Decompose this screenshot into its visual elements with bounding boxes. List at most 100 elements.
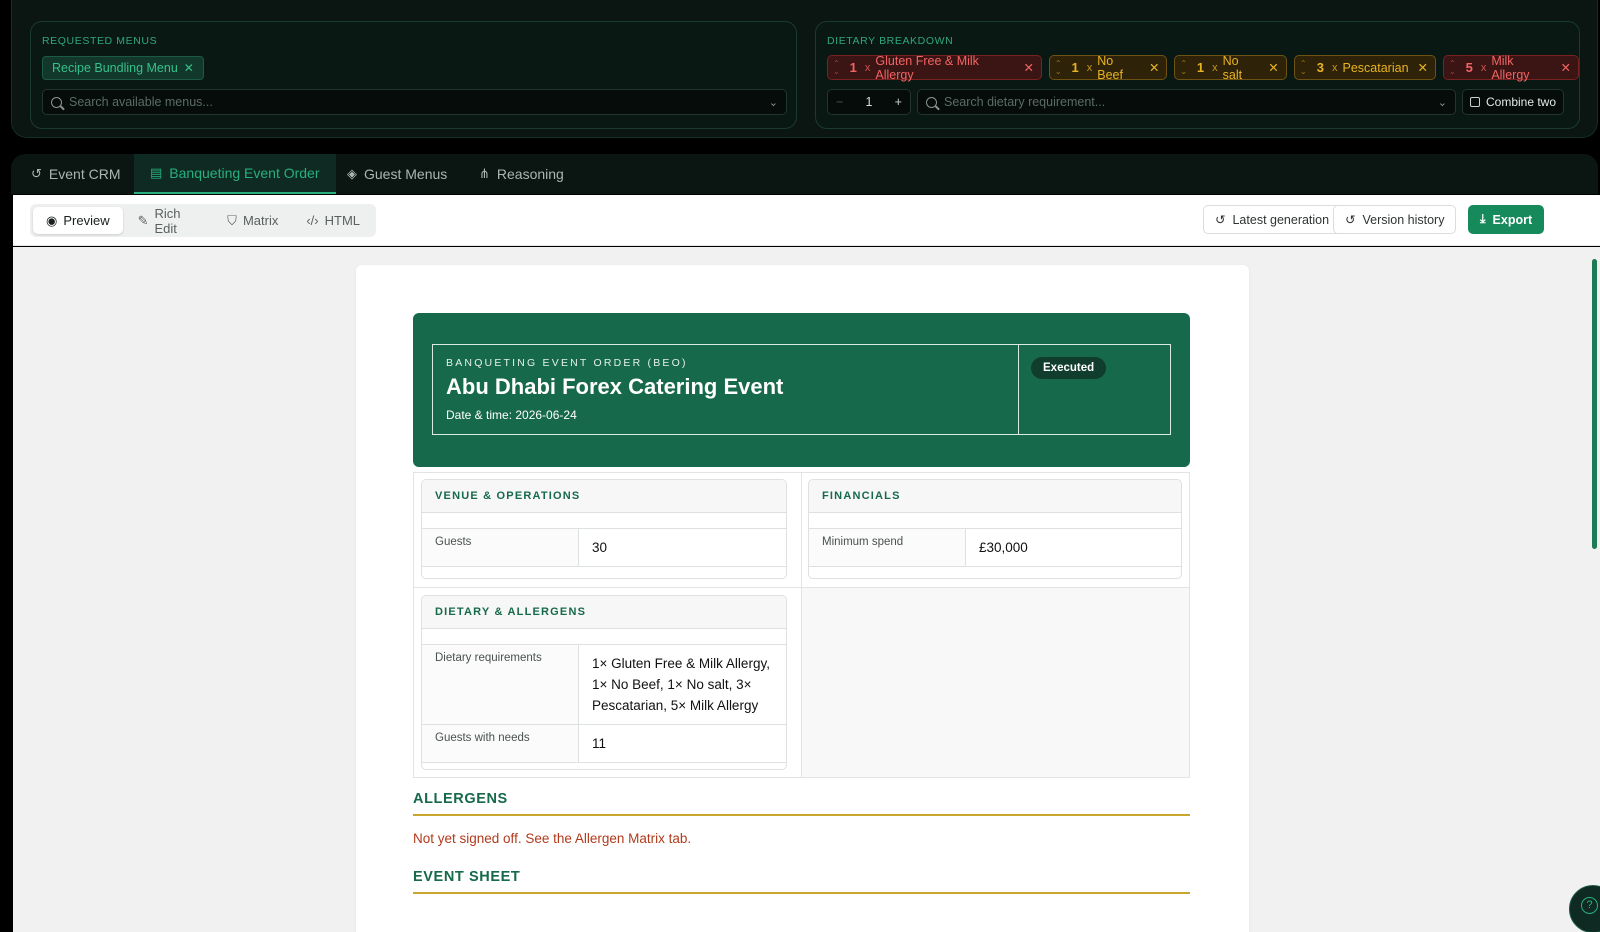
event-sheet-title: EVENT SHEET	[413, 869, 521, 885]
tab-label: Reasoning	[496, 166, 564, 182]
latest-generation-label: Latest generation	[1232, 212, 1330, 227]
row-value: 1× Gluten Free & Milk Allergy, 1× No Bee…	[592, 656, 770, 713]
view-mode-label: Matrix	[242, 213, 279, 228]
dietary-search-input[interactable]: Search dietary requirement... ⌄	[917, 89, 1456, 115]
dietary-chip-count: 3	[1316, 60, 1325, 75]
help-icon: ?	[1581, 897, 1598, 914]
row-value: 30	[592, 540, 608, 555]
dietary-breakdown-panel: DIETARY BREAKDOWN ⌃ ⌄ 1 x Gluten Free & M…	[815, 21, 1580, 129]
stepper-arrows-icon[interactable]: ⌃ ⌄	[832, 59, 841, 76]
tab-label: Guest Menus	[364, 166, 448, 182]
dietary-chips: ⌃ ⌄ 1 x Gluten Free & Milk Allergy ✕ ⌃ ⌄ 1…	[827, 53, 1579, 82]
menu-chip[interactable]: Recipe Bundling Menu ✕	[42, 56, 204, 80]
row-value: 11	[592, 736, 607, 751]
event-date: Date & time: 2026-06-24	[446, 408, 577, 422]
requested-menus-panel: REQUESTED MENUS Recipe Bundling Menu ✕ S…	[30, 21, 797, 129]
export-label: Export	[1492, 212, 1533, 227]
table-row: Guests with needs 11	[422, 724, 786, 763]
dietary-chip-count: 1	[1071, 60, 1079, 75]
tab-label: Event CRM	[48, 166, 121, 182]
beo-header-frame: BANQUETING EVENT ORDER (BEO) Abu Dhabi F…	[432, 344, 1171, 435]
dietary-chip-label: Milk Allergy	[1491, 53, 1530, 82]
card-heading: FINANCIALS	[809, 480, 1181, 513]
pen-icon: ✎	[137, 212, 149, 228]
increment-button[interactable]: +	[895, 95, 902, 109]
table-row: Guests 30	[422, 528, 786, 567]
dietary-chip-times: x	[1086, 61, 1093, 74]
download-icon: ⤓	[1480, 212, 1486, 226]
close-icon[interactable]: ✕	[1418, 60, 1428, 75]
tab-event-crm[interactable]: ↺ Event CRM	[15, 154, 136, 194]
layers-icon: ◈	[347, 166, 357, 181]
dietary-chip-count: 1	[849, 60, 857, 75]
view-mode-rich-edit[interactable]: ✎ Rich Edit	[125, 206, 213, 236]
dietary-chip-times: x	[1212, 61, 1218, 74]
view-mode-switcher: ◉ Preview ✎ Rich Edit ⛉ Matrix ‹/› HTML	[30, 204, 376, 237]
financials-card: FINANCIALS Minimum spend £30,000	[808, 479, 1182, 579]
page-title: Abu Dhabi Forex Catering Event	[446, 374, 784, 399]
venue-operations-card: VENUE & OPERATIONS Guests 30	[421, 479, 787, 579]
row-key: Guests	[422, 529, 579, 566]
network-icon: ⋔	[479, 166, 490, 181]
quantity-stepper[interactable]: − 1 +	[827, 89, 911, 115]
tab-guest-menus[interactable]: ◈ Guest Menus	[331, 154, 463, 194]
close-icon[interactable]: ✕	[1024, 60, 1034, 75]
latest-generation-button[interactable]: ↺ Latest generation	[1203, 205, 1342, 234]
document-icon: ▤	[150, 165, 163, 180]
scrollbar[interactable]	[1592, 259, 1597, 549]
combine-two-button[interactable]: Combine two	[1462, 89, 1564, 115]
main-tabs: ↺ Event CRM ▤ Banqueting Event Order ◈ G…	[11, 154, 1598, 194]
dietary-search-placeholder: Search dietary requirement...	[944, 95, 1106, 109]
view-mode-label: HTML	[324, 213, 360, 228]
shield-icon: ⛉	[227, 212, 237, 228]
dietary-chip-label: Gluten Free & Milk Allergy	[875, 53, 979, 82]
chevron-down-icon[interactable]: ⌄	[769, 96, 778, 109]
close-icon[interactable]: ✕	[1561, 60, 1571, 75]
beo-info-grid: VENUE & OPERATIONS Guests 30 FINANCIALS …	[413, 472, 1190, 778]
beo-status-cell: Executed	[1019, 345, 1170, 434]
dietary-chip[interactable]: ⌃ ⌄ 1 x No salt ✕	[1174, 54, 1287, 82]
history-icon: ↺	[31, 166, 42, 181]
menu-search-input[interactable]: Search available menus... ⌄	[42, 89, 787, 115]
eye-icon: ◉	[46, 212, 58, 228]
view-mode-matrix[interactable]: ⛉ Matrix	[214, 207, 291, 234]
row-key: Minimum spend	[809, 529, 966, 566]
dietary-chip[interactable]: ⌃ ⌄ 1 x No Beef ✕	[1049, 53, 1168, 82]
menu-chip-label: Recipe Bundling Menu	[52, 61, 178, 75]
quantity-value[interactable]: 1	[866, 95, 873, 109]
code-icon: ‹/›	[306, 213, 319, 228]
divider	[413, 814, 1190, 816]
dietary-chip[interactable]: ⌃ ⌄ 5 x Milk Allergy ✕	[1443, 53, 1579, 82]
close-icon[interactable]: ✕	[184, 57, 194, 79]
dietary-table: Dietary requirements 1× Gluten Free & Mi…	[422, 644, 786, 763]
stepper-arrows-icon[interactable]: ⌃ ⌄	[1299, 59, 1308, 76]
close-icon[interactable]: ✕	[1149, 60, 1159, 75]
dietary-chip[interactable]: ⌃ ⌄ 3 x Pescatarian ✕	[1293, 55, 1437, 80]
export-button[interactable]: ⤓ Export	[1468, 205, 1545, 234]
dietary-chip-count: 1	[1196, 60, 1205, 75]
stepper-arrows-icon[interactable]: ⌃ ⌄	[1054, 59, 1063, 76]
close-icon[interactable]: ✕	[1268, 60, 1278, 75]
requested-menus-label: REQUESTED MENUS	[42, 35, 158, 47]
beo-kicker: BANQUETING EVENT ORDER (BEO)	[446, 357, 688, 369]
view-mode-preview[interactable]: ◉ Preview	[33, 207, 123, 234]
dietary-chip-label: No Beef	[1097, 53, 1123, 82]
view-mode-html[interactable]: ‹/› HTML	[293, 207, 373, 234]
dietary-chip-count: 5	[1465, 60, 1473, 75]
preview-canvas: BANQUETING EVENT ORDER (BEO) Abu Dhabi F…	[13, 247, 1600, 932]
version-history-button[interactable]: ↺ Version history	[1333, 205, 1457, 234]
chevron-down-icon[interactable]: ⌄	[1438, 96, 1447, 109]
dietary-allergens-card: DIETARY & ALLERGENS Dietary requirements…	[421, 595, 787, 770]
top-config-area: REQUESTED MENUS Recipe Bundling Menu ✕ S…	[11, 0, 1598, 138]
combine-icon	[1469, 97, 1480, 107]
stepper-arrows-icon[interactable]: ⌃ ⌄	[1448, 59, 1457, 76]
tab-reasoning[interactable]: ⋔ Reasoning	[463, 154, 580, 194]
dietary-chip-times: x	[864, 61, 871, 74]
stepper-arrows-icon[interactable]: ⌃ ⌄	[1179, 59, 1187, 76]
tab-banqueting-event-order[interactable]: ▤ Banqueting Event Order	[134, 154, 336, 194]
table-row: Dietary requirements 1× Gluten Free & Mi…	[422, 644, 786, 725]
empty-grid-cell	[802, 588, 1189, 777]
dietary-chip[interactable]: ⌃ ⌄ 1 x Gluten Free & Milk Allergy ✕	[827, 53, 1043, 82]
decrement-button[interactable]: −	[836, 95, 843, 109]
beo-header-info: BANQUETING EVENT ORDER (BEO) Abu Dhabi F…	[433, 345, 1019, 434]
